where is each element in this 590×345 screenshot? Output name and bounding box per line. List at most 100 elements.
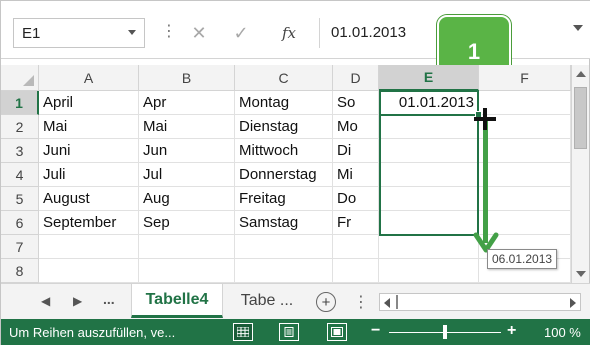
excel-window: E1 ⋮ ✕ ✓ fx 01.01.2013 1 A B C D E F 1 2… xyxy=(0,0,590,345)
cell-c6[interactable]: Samstag xyxy=(235,211,333,235)
cell-d4[interactable]: Mi xyxy=(333,163,379,187)
column-header-c[interactable]: C xyxy=(235,65,333,91)
cell-d6[interactable]: Fr xyxy=(333,211,379,235)
cell-d8[interactable] xyxy=(333,259,379,283)
page-break-icon[interactable] xyxy=(327,323,347,341)
cell-b5[interactable]: Aug xyxy=(139,187,235,211)
select-all-corner[interactable] xyxy=(1,65,39,91)
cell-c1[interactable]: Montag xyxy=(235,91,333,115)
row-header-3[interactable]: 3 xyxy=(1,139,39,163)
cell-a2[interactable]: Mai xyxy=(39,115,139,139)
cell-c7[interactable] xyxy=(235,235,333,259)
cell-a8[interactable] xyxy=(39,259,139,283)
vertical-scrollbar[interactable] xyxy=(571,65,589,283)
formula-input[interactable]: 01.01.2013 xyxy=(331,24,406,41)
cell-a1[interactable]: April xyxy=(39,91,139,115)
cell-d3[interactable]: Di xyxy=(333,139,379,163)
name-box-value: E1 xyxy=(22,25,41,42)
expand-formula-bar-icon[interactable] xyxy=(573,25,583,31)
row-header-2[interactable]: 2 xyxy=(1,115,39,139)
cell-e8[interactable] xyxy=(379,259,479,283)
row-header-7[interactable]: 7 xyxy=(1,235,39,259)
add-sheet-icon[interactable]: + xyxy=(316,292,336,312)
tabs-splitter-icon[interactable]: ⋮ xyxy=(353,292,369,312)
cell-b4[interactable]: Jul xyxy=(139,163,235,187)
row-header-5[interactable]: 5 xyxy=(1,187,39,211)
zoom-out-button[interactable]: − xyxy=(371,322,380,340)
tab-nav-more[interactable]: ... xyxy=(103,291,115,307)
tab-other-sheet[interactable]: Tabe ... xyxy=(227,284,307,318)
tab-nav-next-icon[interactable]: ▶ xyxy=(73,294,82,308)
cell-e2[interactable] xyxy=(379,115,479,139)
normal-view-glyph xyxy=(237,327,249,337)
drag-arrow-line xyxy=(483,119,488,243)
row-header-6[interactable]: 6 xyxy=(1,211,39,235)
cell-b7[interactable] xyxy=(139,235,235,259)
tab-nav-prev-icon[interactable]: ◀ xyxy=(41,294,50,308)
cursor-vertical-bar xyxy=(483,108,487,130)
active-cell-border xyxy=(379,90,479,116)
cell-a7[interactable] xyxy=(39,235,139,259)
cancel-icon[interactable]: ✕ xyxy=(181,18,217,48)
zoom-in-button[interactable]: + xyxy=(507,322,516,340)
fill-handle-cursor-icon xyxy=(474,108,496,130)
fill-preview-tooltip: 06.01.2013 xyxy=(487,249,558,269)
horizontal-scroll-thumb[interactable] xyxy=(396,295,398,309)
formula-separator xyxy=(319,18,320,48)
column-header-f[interactable]: F xyxy=(479,65,571,91)
zoom-slider-knob[interactable] xyxy=(443,325,447,339)
cell-a3[interactable]: Juni xyxy=(39,139,139,163)
horizontal-scrollbar[interactable] xyxy=(379,293,581,311)
cell-f3[interactable] xyxy=(479,139,571,163)
row-header-4[interactable]: 4 xyxy=(1,163,39,187)
column-header-d[interactable]: D xyxy=(333,65,379,91)
column-header-e[interactable]: E xyxy=(379,65,479,91)
column-header-a[interactable]: A xyxy=(39,65,139,91)
cell-a4[interactable]: Juli xyxy=(39,163,139,187)
status-bar: Um Reihen auszufüllen, ve... − + 100 % xyxy=(1,319,590,345)
scroll-down-icon[interactable] xyxy=(576,271,586,277)
cell-d5[interactable]: Do xyxy=(333,187,379,211)
cell-d2[interactable]: Mo xyxy=(333,115,379,139)
cell-b2[interactable]: Mai xyxy=(139,115,235,139)
enter-icon[interactable]: ✓ xyxy=(223,18,259,48)
status-message: Um Reihen auszufüllen, ve... xyxy=(9,325,176,340)
page-layout-icon[interactable] xyxy=(279,323,299,341)
cell-f5[interactable] xyxy=(479,187,571,211)
scroll-right-icon[interactable] xyxy=(570,298,576,308)
cell-f4[interactable] xyxy=(479,163,571,187)
cell-d7[interactable] xyxy=(333,235,379,259)
cell-d1[interactable]: So xyxy=(333,91,379,115)
zoom-level[interactable]: 100 % xyxy=(544,325,581,340)
cell-e4[interactable] xyxy=(379,163,479,187)
row-header-1[interactable]: 1 xyxy=(1,91,39,115)
cell-c4[interactable]: Donnerstag xyxy=(235,163,333,187)
row-header-8[interactable]: 8 xyxy=(1,259,39,283)
page-layout-glyph xyxy=(284,327,294,337)
tab-tabelle4[interactable]: Tabelle4 xyxy=(131,284,223,318)
cell-c3[interactable]: Mittwoch xyxy=(235,139,333,163)
cell-e5[interactable] xyxy=(379,187,479,211)
vertical-scroll-thumb[interactable] xyxy=(574,87,587,149)
cell-e6[interactable] xyxy=(379,211,479,235)
scroll-up-icon[interactable] xyxy=(576,71,586,77)
more-options-icon: ⋮ xyxy=(161,23,177,40)
cell-b1[interactable]: Apr xyxy=(139,91,235,115)
function-icon[interactable]: fx xyxy=(271,18,307,48)
cell-b8[interactable] xyxy=(139,259,235,283)
scroll-left-icon[interactable] xyxy=(384,298,390,308)
cell-e7[interactable] xyxy=(379,235,479,259)
page-break-glyph xyxy=(331,327,343,337)
column-header-b[interactable]: B xyxy=(139,65,235,91)
cell-b6[interactable]: Sep xyxy=(139,211,235,235)
chevron-down-icon[interactable] xyxy=(128,30,136,35)
cell-c2[interactable]: Dienstag xyxy=(235,115,333,139)
cell-c8[interactable] xyxy=(235,259,333,283)
cell-b3[interactable]: Jun xyxy=(139,139,235,163)
cell-c5[interactable]: Freitag xyxy=(235,187,333,211)
name-box[interactable]: E1 xyxy=(13,18,145,48)
cell-a5[interactable]: August xyxy=(39,187,139,211)
cell-e3[interactable] xyxy=(379,139,479,163)
cell-a6[interactable]: September xyxy=(39,211,139,235)
normal-view-icon[interactable] xyxy=(233,323,253,341)
